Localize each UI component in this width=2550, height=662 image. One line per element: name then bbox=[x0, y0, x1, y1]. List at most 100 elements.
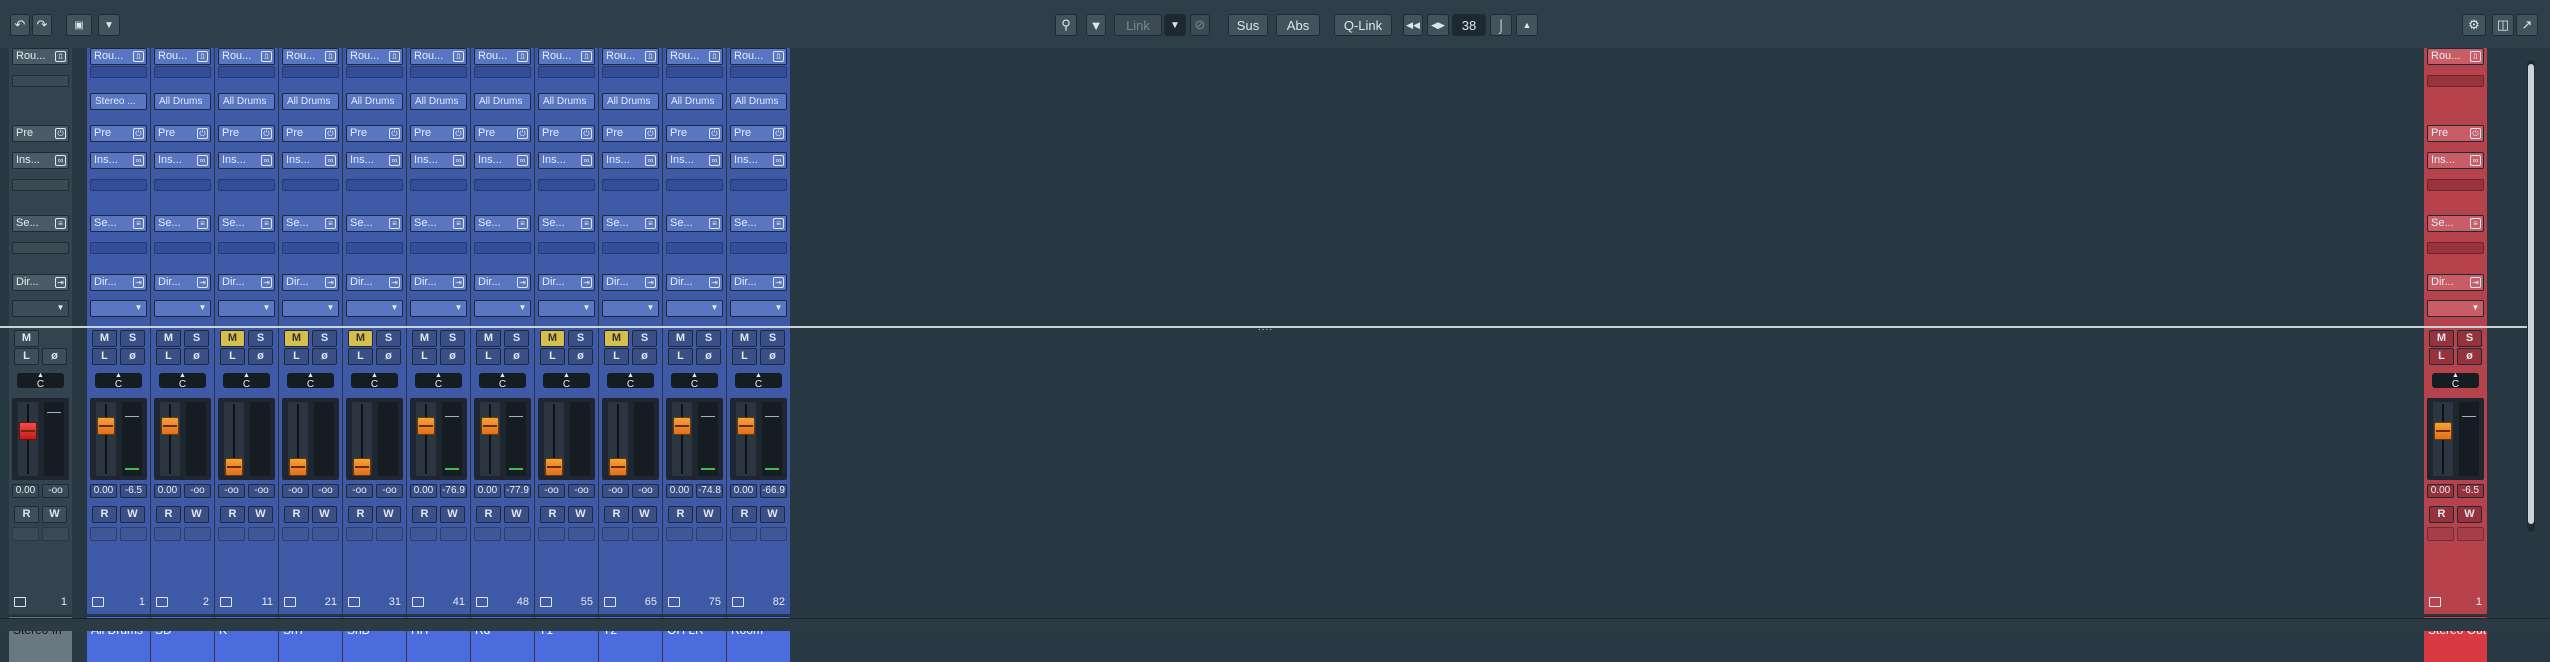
send-slot[interactable] bbox=[538, 242, 595, 254]
insert-slot[interactable] bbox=[2427, 179, 2484, 191]
pan-control[interactable]: ▲ C bbox=[287, 372, 334, 390]
peak-value[interactable]: -77.9 bbox=[504, 484, 531, 498]
fader-knob[interactable] bbox=[737, 417, 755, 435]
sends-button[interactable]: Se... ≡ bbox=[282, 215, 339, 232]
mute-button[interactable]: M bbox=[540, 330, 565, 347]
output-routing-button[interactable]: All Drums bbox=[730, 93, 787, 110]
gear-icon[interactable]: ⚙ bbox=[2462, 14, 2486, 36]
listen-button[interactable]: L bbox=[348, 348, 373, 365]
layout-icon[interactable]: ◫ bbox=[2492, 14, 2514, 36]
write-automation-button[interactable]: W bbox=[2457, 506, 2482, 523]
input-slot[interactable] bbox=[154, 66, 211, 78]
send-slot[interactable] bbox=[218, 242, 275, 254]
absolute-button[interactable]: Abs bbox=[1276, 14, 1320, 36]
link-button[interactable]: Link bbox=[1114, 14, 1162, 36]
sends-button[interactable]: Se... ≡ bbox=[154, 215, 211, 232]
routing-button[interactable]: Rou... ⇫ bbox=[154, 48, 211, 65]
write-automation-button[interactable]: W bbox=[312, 506, 337, 523]
write-automation-button[interactable]: W bbox=[632, 506, 657, 523]
snapshot-icon[interactable]: ▣ bbox=[66, 14, 92, 36]
write-automation-button[interactable]: W bbox=[184, 506, 209, 523]
insert-slot[interactable] bbox=[154, 179, 211, 191]
listen-button[interactable]: L bbox=[2429, 348, 2454, 365]
read-automation-button[interactable]: R bbox=[2429, 506, 2454, 523]
volume-value[interactable]: -oo bbox=[218, 484, 245, 498]
volume-fader[interactable] bbox=[288, 402, 308, 476]
input-slot[interactable] bbox=[602, 66, 659, 78]
volume-value[interactable]: -oo bbox=[346, 484, 373, 498]
routing-button[interactable]: Rou... ⇫ bbox=[410, 48, 467, 65]
direct-routing-button[interactable]: Dir... ⇥ bbox=[90, 274, 147, 291]
direct-routing-button[interactable]: Dir... ⇥ bbox=[154, 274, 211, 291]
volume-value[interactable]: -oo bbox=[538, 484, 565, 498]
peak-value[interactable]: -oo bbox=[248, 484, 275, 498]
volume-value[interactable]: 0.00 bbox=[154, 484, 181, 498]
insert-slot[interactable] bbox=[730, 179, 787, 191]
write-automation-button[interactable]: W bbox=[248, 506, 273, 523]
read-automation-button[interactable]: R bbox=[412, 506, 437, 523]
mute-button[interactable]: M bbox=[732, 330, 757, 347]
sends-button[interactable]: Se... ≡ bbox=[410, 215, 467, 232]
insert-slot[interactable] bbox=[666, 179, 723, 191]
input-slot[interactable] bbox=[730, 66, 787, 78]
fader-knob[interactable] bbox=[161, 417, 179, 435]
inserts-button[interactable]: Ins... ∞ bbox=[154, 152, 211, 169]
input-slot[interactable] bbox=[410, 66, 467, 78]
sends-button[interactable]: Se... ≡ bbox=[2427, 215, 2484, 232]
output-routing-button[interactable]: All Drums bbox=[602, 93, 659, 110]
output-routing-button[interactable]: All Drums bbox=[218, 93, 275, 110]
phase-button[interactable]: ø bbox=[696, 348, 721, 365]
volume-value[interactable]: 0.00 bbox=[2427, 484, 2454, 498]
inserts-button[interactable]: Ins... ∞ bbox=[2427, 152, 2484, 169]
sends-button[interactable]: Se... ≡ bbox=[12, 215, 69, 232]
sends-button[interactable]: Se... ≡ bbox=[602, 215, 659, 232]
direct-routing-button[interactable]: Dir... ⇥ bbox=[538, 274, 595, 291]
send-slot[interactable] bbox=[666, 242, 723, 254]
fader-knob[interactable] bbox=[545, 458, 563, 476]
peak-value[interactable]: -6.5 bbox=[2457, 484, 2484, 498]
listen-button[interactable]: L bbox=[14, 348, 39, 365]
mute-button[interactable]: M bbox=[2429, 330, 2454, 347]
write-automation-button[interactable]: W bbox=[760, 506, 785, 523]
phase-button[interactable]: ø bbox=[632, 348, 657, 365]
volume-value[interactable]: -oo bbox=[282, 484, 309, 498]
volume-fader[interactable] bbox=[2433, 402, 2453, 476]
channel-count-field[interactable]: 38 bbox=[1452, 14, 1486, 36]
direct-routing-button[interactable]: Dir... ⇥ bbox=[218, 274, 275, 291]
output-dropdown[interactable]: ▼ bbox=[474, 300, 531, 317]
snapshot-menu-button[interactable]: ▼ bbox=[98, 14, 120, 36]
input-slot[interactable] bbox=[666, 66, 723, 78]
phase-button[interactable]: ø bbox=[42, 348, 67, 365]
mute-button[interactable]: M bbox=[156, 330, 181, 347]
insert-slot[interactable] bbox=[474, 179, 531, 191]
direct-routing-button[interactable]: Dir... ⇥ bbox=[666, 274, 723, 291]
fader-knob[interactable] bbox=[673, 417, 691, 435]
read-automation-button[interactable]: R bbox=[540, 506, 565, 523]
pan-control[interactable]: ▲ C bbox=[2432, 372, 2479, 390]
peak-value[interactable]: -oo bbox=[568, 484, 595, 498]
phase-button[interactable]: ø bbox=[120, 348, 145, 365]
write-automation-button[interactable]: W bbox=[504, 506, 529, 523]
read-automation-button[interactable]: R bbox=[732, 506, 757, 523]
direct-routing-button[interactable]: Dir... ⇥ bbox=[282, 274, 339, 291]
output-dropdown[interactable]: ▼ bbox=[666, 300, 723, 317]
send-slot[interactable] bbox=[474, 242, 531, 254]
height-stepper-icon[interactable]: ▲ bbox=[1516, 14, 1538, 36]
fader-knob[interactable] bbox=[609, 458, 627, 476]
inserts-button[interactable]: Ins... ∞ bbox=[666, 152, 723, 169]
direct-routing-button[interactable]: Dir... ⇥ bbox=[12, 274, 69, 291]
inserts-button[interactable]: Ins... ∞ bbox=[282, 152, 339, 169]
mute-button[interactable]: M bbox=[668, 330, 693, 347]
unlink-icon[interactable]: ⊘ bbox=[1190, 14, 1210, 36]
direct-routing-button[interactable]: Dir... ⇥ bbox=[346, 274, 403, 291]
listen-button[interactable]: L bbox=[540, 348, 565, 365]
send-slot[interactable] bbox=[346, 242, 403, 254]
fader-knob[interactable] bbox=[225, 458, 243, 476]
direct-routing-button[interactable]: Dir... ⇥ bbox=[474, 274, 531, 291]
insert-slot[interactable] bbox=[538, 179, 595, 191]
phase-button[interactable]: ø bbox=[504, 348, 529, 365]
phase-button[interactable]: ø bbox=[568, 348, 593, 365]
height-icon[interactable]: ⌡ bbox=[1490, 14, 1512, 36]
output-dropdown[interactable]: ▼ bbox=[346, 300, 403, 317]
inserts-button[interactable]: Ins... ∞ bbox=[730, 152, 787, 169]
